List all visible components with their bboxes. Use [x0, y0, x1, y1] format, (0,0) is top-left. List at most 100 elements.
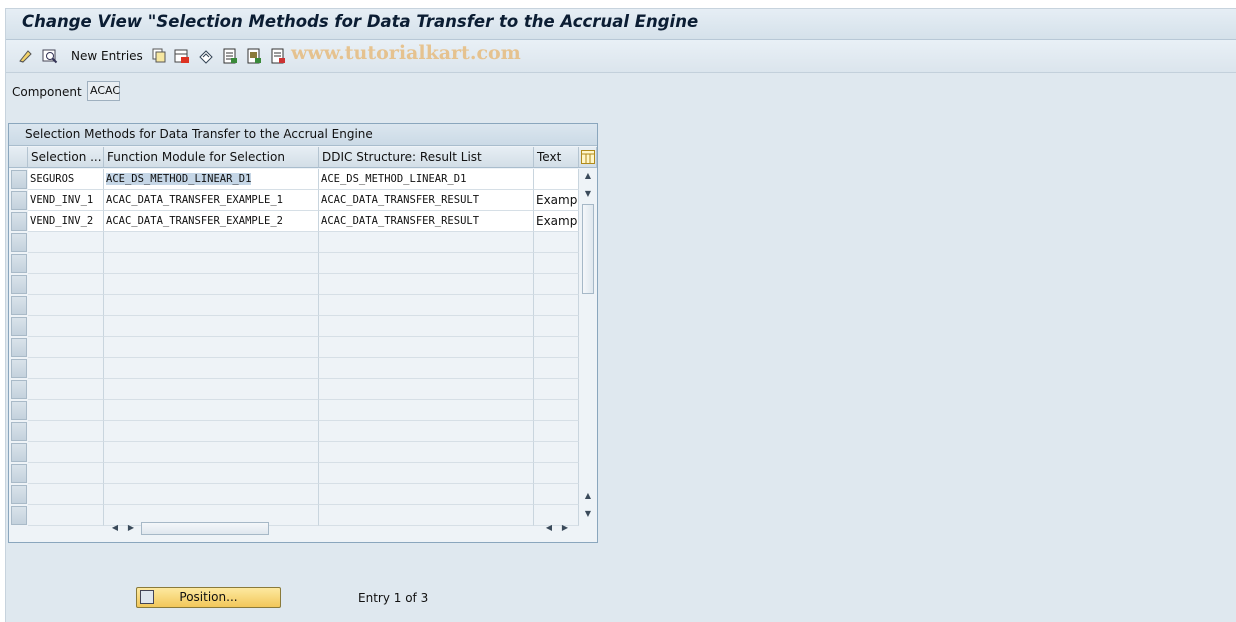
select-block-icon[interactable] — [246, 48, 262, 64]
table-cell[interactable] — [28, 421, 104, 442]
table-cell[interactable] — [28, 295, 104, 316]
vertical-scroll-thumb[interactable] — [582, 204, 594, 294]
table-cell[interactable]: ACAC_DATA_TRANSFER_EXAMPLE_1 — [104, 190, 319, 211]
row-selector[interactable] — [11, 359, 27, 378]
table-cell[interactable] — [534, 400, 579, 421]
table-settings-icon[interactable] — [579, 147, 597, 168]
table-cell[interactable] — [104, 421, 319, 442]
column-header-ddic-structure[interactable]: DDIC Structure: Result List — [319, 147, 534, 168]
table-cell[interactable] — [319, 316, 534, 337]
vertical-scrollbar[interactable]: ▲ ▼ ▲ ▼ — [581, 168, 596, 520]
scroll-left-icon[interactable]: ◀ — [109, 522, 121, 534]
table-cell[interactable]: ACAC_DATA_TRANSFER_RESULT — [319, 211, 534, 232]
table-cell[interactable] — [28, 442, 104, 463]
row-selector[interactable] — [11, 338, 27, 357]
table-cell[interactable] — [534, 484, 579, 505]
row-selector[interactable] — [11, 464, 27, 483]
table-cell[interactable] — [319, 379, 534, 400]
row-selector[interactable] — [11, 296, 27, 315]
details-icon[interactable] — [42, 48, 58, 64]
horizontal-scrollbar[interactable]: ◀ ▶ ◀ ▶ — [106, 520, 576, 536]
scroll-down-icon[interactable]: ▼ — [582, 508, 594, 520]
page-down-icon[interactable]: ▼ — [582, 188, 594, 200]
horizontal-scroll-thumb[interactable] — [141, 522, 269, 535]
row-selector[interactable] — [11, 317, 27, 336]
table-cell[interactable] — [319, 421, 534, 442]
component-field[interactable]: ACAC — [87, 81, 120, 101]
scroll-right-icon[interactable]: ▶ — [125, 522, 137, 534]
table-cell[interactable]: ACAC_DATA_TRANSFER_EXAMPLE_2 — [104, 211, 319, 232]
table-cell[interactable] — [104, 316, 319, 337]
row-selector[interactable] — [11, 506, 27, 525]
table-cell[interactable] — [534, 232, 579, 253]
table-cell[interactable]: Example — [534, 211, 579, 232]
table-cell[interactable]: ACE_DS_METHOD_LINEAR_D1 — [319, 169, 534, 190]
column-header-selection[interactable]: Selection ... — [28, 147, 104, 168]
table-cell[interactable] — [319, 274, 534, 295]
table-cell[interactable] — [534, 337, 579, 358]
table-cell[interactable] — [28, 337, 104, 358]
table-cell[interactable] — [534, 316, 579, 337]
display-change-icon[interactable] — [18, 48, 34, 64]
row-selector[interactable] — [11, 443, 27, 462]
row-selector[interactable] — [11, 191, 27, 210]
table-cell[interactable] — [534, 274, 579, 295]
table-cell[interactable] — [534, 379, 579, 400]
copy-icon[interactable] — [151, 48, 167, 64]
table-cell[interactable] — [104, 274, 319, 295]
table-cell[interactable] — [534, 253, 579, 274]
scroll-left-end-icon[interactable]: ◀ — [543, 522, 555, 534]
row-selector[interactable] — [11, 233, 27, 252]
table-cell[interactable]: SEGUROS — [28, 169, 104, 190]
new-entries-button[interactable]: New Entries — [71, 49, 143, 63]
table-cell[interactable] — [104, 295, 319, 316]
row-selector[interactable] — [11, 275, 27, 294]
row-selector[interactable] — [11, 212, 27, 231]
select-all-corner[interactable] — [9, 147, 28, 168]
table-cell[interactable]: Example — [534, 190, 579, 211]
table-cell[interactable] — [28, 400, 104, 421]
table-cell[interactable]: ACAC_DATA_TRANSFER_RESULT — [319, 190, 534, 211]
table-cell[interactable] — [28, 274, 104, 295]
table-cell[interactable] — [319, 232, 534, 253]
table-cell[interactable] — [319, 400, 534, 421]
table-cell[interactable] — [534, 358, 579, 379]
table-cell[interactable] — [104, 379, 319, 400]
row-selector[interactable] — [11, 254, 27, 273]
table-cell[interactable] — [28, 253, 104, 274]
table-cell[interactable]: VEND_INV_2 — [28, 211, 104, 232]
position-button[interactable]: Position... — [136, 587, 281, 608]
table-cell[interactable] — [104, 253, 319, 274]
table-cell[interactable] — [534, 295, 579, 316]
select-all-icon[interactable] — [222, 48, 238, 64]
table-cell[interactable] — [534, 442, 579, 463]
table-cell[interactable] — [534, 421, 579, 442]
undo-icon[interactable] — [198, 48, 214, 64]
row-selector[interactable] — [11, 380, 27, 399]
table-cell[interactable] — [534, 463, 579, 484]
table-cell[interactable] — [319, 442, 534, 463]
scroll-up-icon[interactable]: ▲ — [582, 170, 594, 182]
table-cell[interactable] — [319, 295, 534, 316]
table-cell[interactable] — [104, 442, 319, 463]
table-cell[interactable] — [28, 232, 104, 253]
table-cell[interactable] — [319, 463, 534, 484]
table-cell[interactable] — [104, 463, 319, 484]
column-header-text[interactable]: Text — [534, 147, 579, 168]
table-cell[interactable] — [319, 337, 534, 358]
table-cell[interactable] — [104, 232, 319, 253]
table-cell[interactable] — [104, 358, 319, 379]
row-selector[interactable] — [11, 485, 27, 504]
scroll-right-end-icon[interactable]: ▶ — [559, 522, 571, 534]
row-selector[interactable] — [11, 170, 27, 189]
column-header-function-module[interactable]: Function Module for Selection — [104, 147, 319, 168]
table-cell[interactable]: ACE_DS_METHOD_LINEAR_D1 — [104, 169, 319, 190]
table-cell[interactable] — [28, 484, 104, 505]
table-cell[interactable] — [28, 463, 104, 484]
table-cell[interactable] — [104, 400, 319, 421]
page-up-icon[interactable]: ▲ — [582, 490, 594, 502]
row-selector[interactable] — [11, 422, 27, 441]
deselect-all-icon[interactable] — [270, 48, 286, 64]
table-cell[interactable] — [104, 337, 319, 358]
table-cell[interactable]: VEND_INV_1 — [28, 190, 104, 211]
